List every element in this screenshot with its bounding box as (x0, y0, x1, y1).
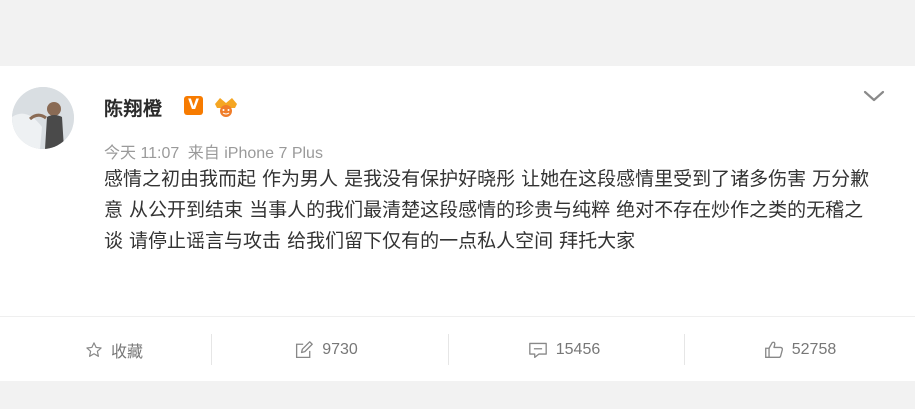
comment-bubble-icon (528, 342, 547, 358)
post-time[interactable]: 今天 11:07 (104, 145, 179, 162)
post-text: 感情之初由我而起 作为男人 是我没有保护好晓彤 让她在这段感情里受到了诸多伤害 … (104, 168, 870, 252)
favorite-button[interactable]: 收藏 (0, 317, 228, 382)
like-button[interactable]: 52758 (686, 317, 914, 382)
divider (448, 334, 449, 365)
avatar[interactable] (12, 87, 74, 149)
avatar-image (12, 87, 74, 149)
like-count: 52758 (791, 340, 837, 358)
repost-count: 9730 (322, 340, 358, 358)
weibo-post-card: 陈翔橙 V 今天 11:07 来自 iPhone 7 Plus 感情之初由我而起… (0, 66, 915, 381)
thumbs-up-icon (764, 341, 783, 359)
post-source: 来自 iPhone 7 Plus (187, 145, 323, 162)
comment-count: 15456 (555, 340, 601, 358)
chevron-down-icon[interactable] (862, 88, 886, 104)
comment-button[interactable]: 15456 (450, 317, 678, 382)
share-edit-icon (296, 340, 314, 358)
action-bar: 收藏 9730 15456 52758 (0, 316, 915, 382)
verified-badge-icon: V (184, 96, 203, 115)
star-outline-icon (86, 341, 102, 357)
post-meta: 今天 11:07 来自 iPhone 7 Plus (104, 139, 327, 163)
repost-button[interactable]: 9730 (212, 317, 440, 382)
crown-badge-icon (215, 98, 237, 117)
divider (684, 334, 685, 365)
author-name[interactable]: 陈翔橙 (104, 94, 163, 121)
favorite-label: 收藏 (110, 343, 143, 361)
